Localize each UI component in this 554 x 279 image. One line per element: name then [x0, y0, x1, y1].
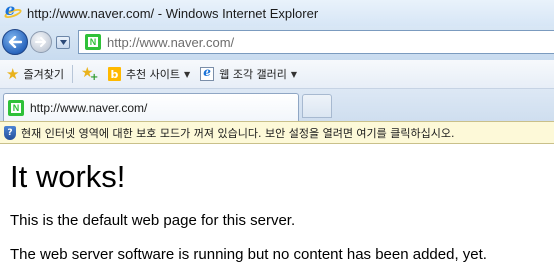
bing-icon: b [107, 67, 121, 81]
paragraph-no-content: The web server software is running but n… [10, 246, 487, 263]
shield-icon: ? [4, 125, 16, 140]
chevron-down-icon: ▼ [184, 69, 191, 79]
forward-arrow-icon [35, 37, 46, 47]
page-content: It works! This is the default web page f… [10, 144, 550, 264]
back-arrow-icon [8, 36, 22, 48]
add-to-favorites-bar-icon[interactable]: ★ + [81, 65, 99, 83]
web-slice-icon [200, 65, 215, 81]
suggested-sites-label: 추천 사이트 [125, 68, 181, 81]
navigation-bar: N http://www.naver.com/ [0, 26, 554, 60]
tab-bar: N http://www.naver.com/ [0, 89, 554, 121]
forward-button[interactable] [30, 31, 52, 53]
tab-label: http://www.naver.com/ [30, 100, 148, 115]
favorites-label: 즐겨찾기 [23, 68, 64, 81]
chevron-down-icon [59, 40, 67, 45]
favorites-button[interactable]: ★ 즐겨찾기 [6, 66, 64, 82]
infobar-message[interactable]: 현재 인터넷 영역에 대한 보호 모드가 꺼져 있습니다. 보안 설정을 열려면… [21, 125, 455, 141]
favorites-separator [71, 65, 73, 83]
window-title: http://www.naver.com/ - Windows Internet… [27, 5, 319, 21]
new-tab-button[interactable] [302, 94, 332, 118]
web-slice-gallery-button[interactable]: 웹 조각 갤러리 ▼ [200, 65, 298, 82]
favorites-bar: ★ 즐겨찾기 ★+ b 추천 사이트 ▼ 웹 조각 갤러리 ▼ [0, 60, 554, 89]
paragraph-default-page: This is the default web page for this se… [10, 212, 296, 229]
chevron-down-icon: ▼ [290, 69, 298, 79]
back-button[interactable] [2, 29, 28, 55]
web-slice-gallery-label: 웹 조각 갤러리 [219, 68, 287, 81]
address-bar[interactable]: N http://www.naver.com/ [78, 30, 554, 54]
suggested-sites-button[interactable]: b 추천 사이트 ▼ [107, 66, 191, 82]
window-title-bar: e http://www.naver.com/ - Windows Intern… [0, 0, 554, 26]
star-icon: ★ [6, 64, 20, 83]
ie-logo-icon: e [3, 2, 23, 21]
tab-naver[interactable]: N http://www.naver.com/ [3, 93, 299, 121]
information-bar[interactable]: ? 현재 인터넷 영역에 대한 보호 모드가 꺼져 있습니다. 보안 설정을 열… [0, 121, 554, 144]
address-text[interactable]: http://www.naver.com/ [107, 35, 234, 50]
recent-pages-dropdown[interactable] [56, 36, 70, 49]
page-heading: It works! [10, 159, 126, 194]
naver-favicon-icon: N [85, 34, 101, 50]
naver-favicon-icon: N [8, 99, 24, 116]
